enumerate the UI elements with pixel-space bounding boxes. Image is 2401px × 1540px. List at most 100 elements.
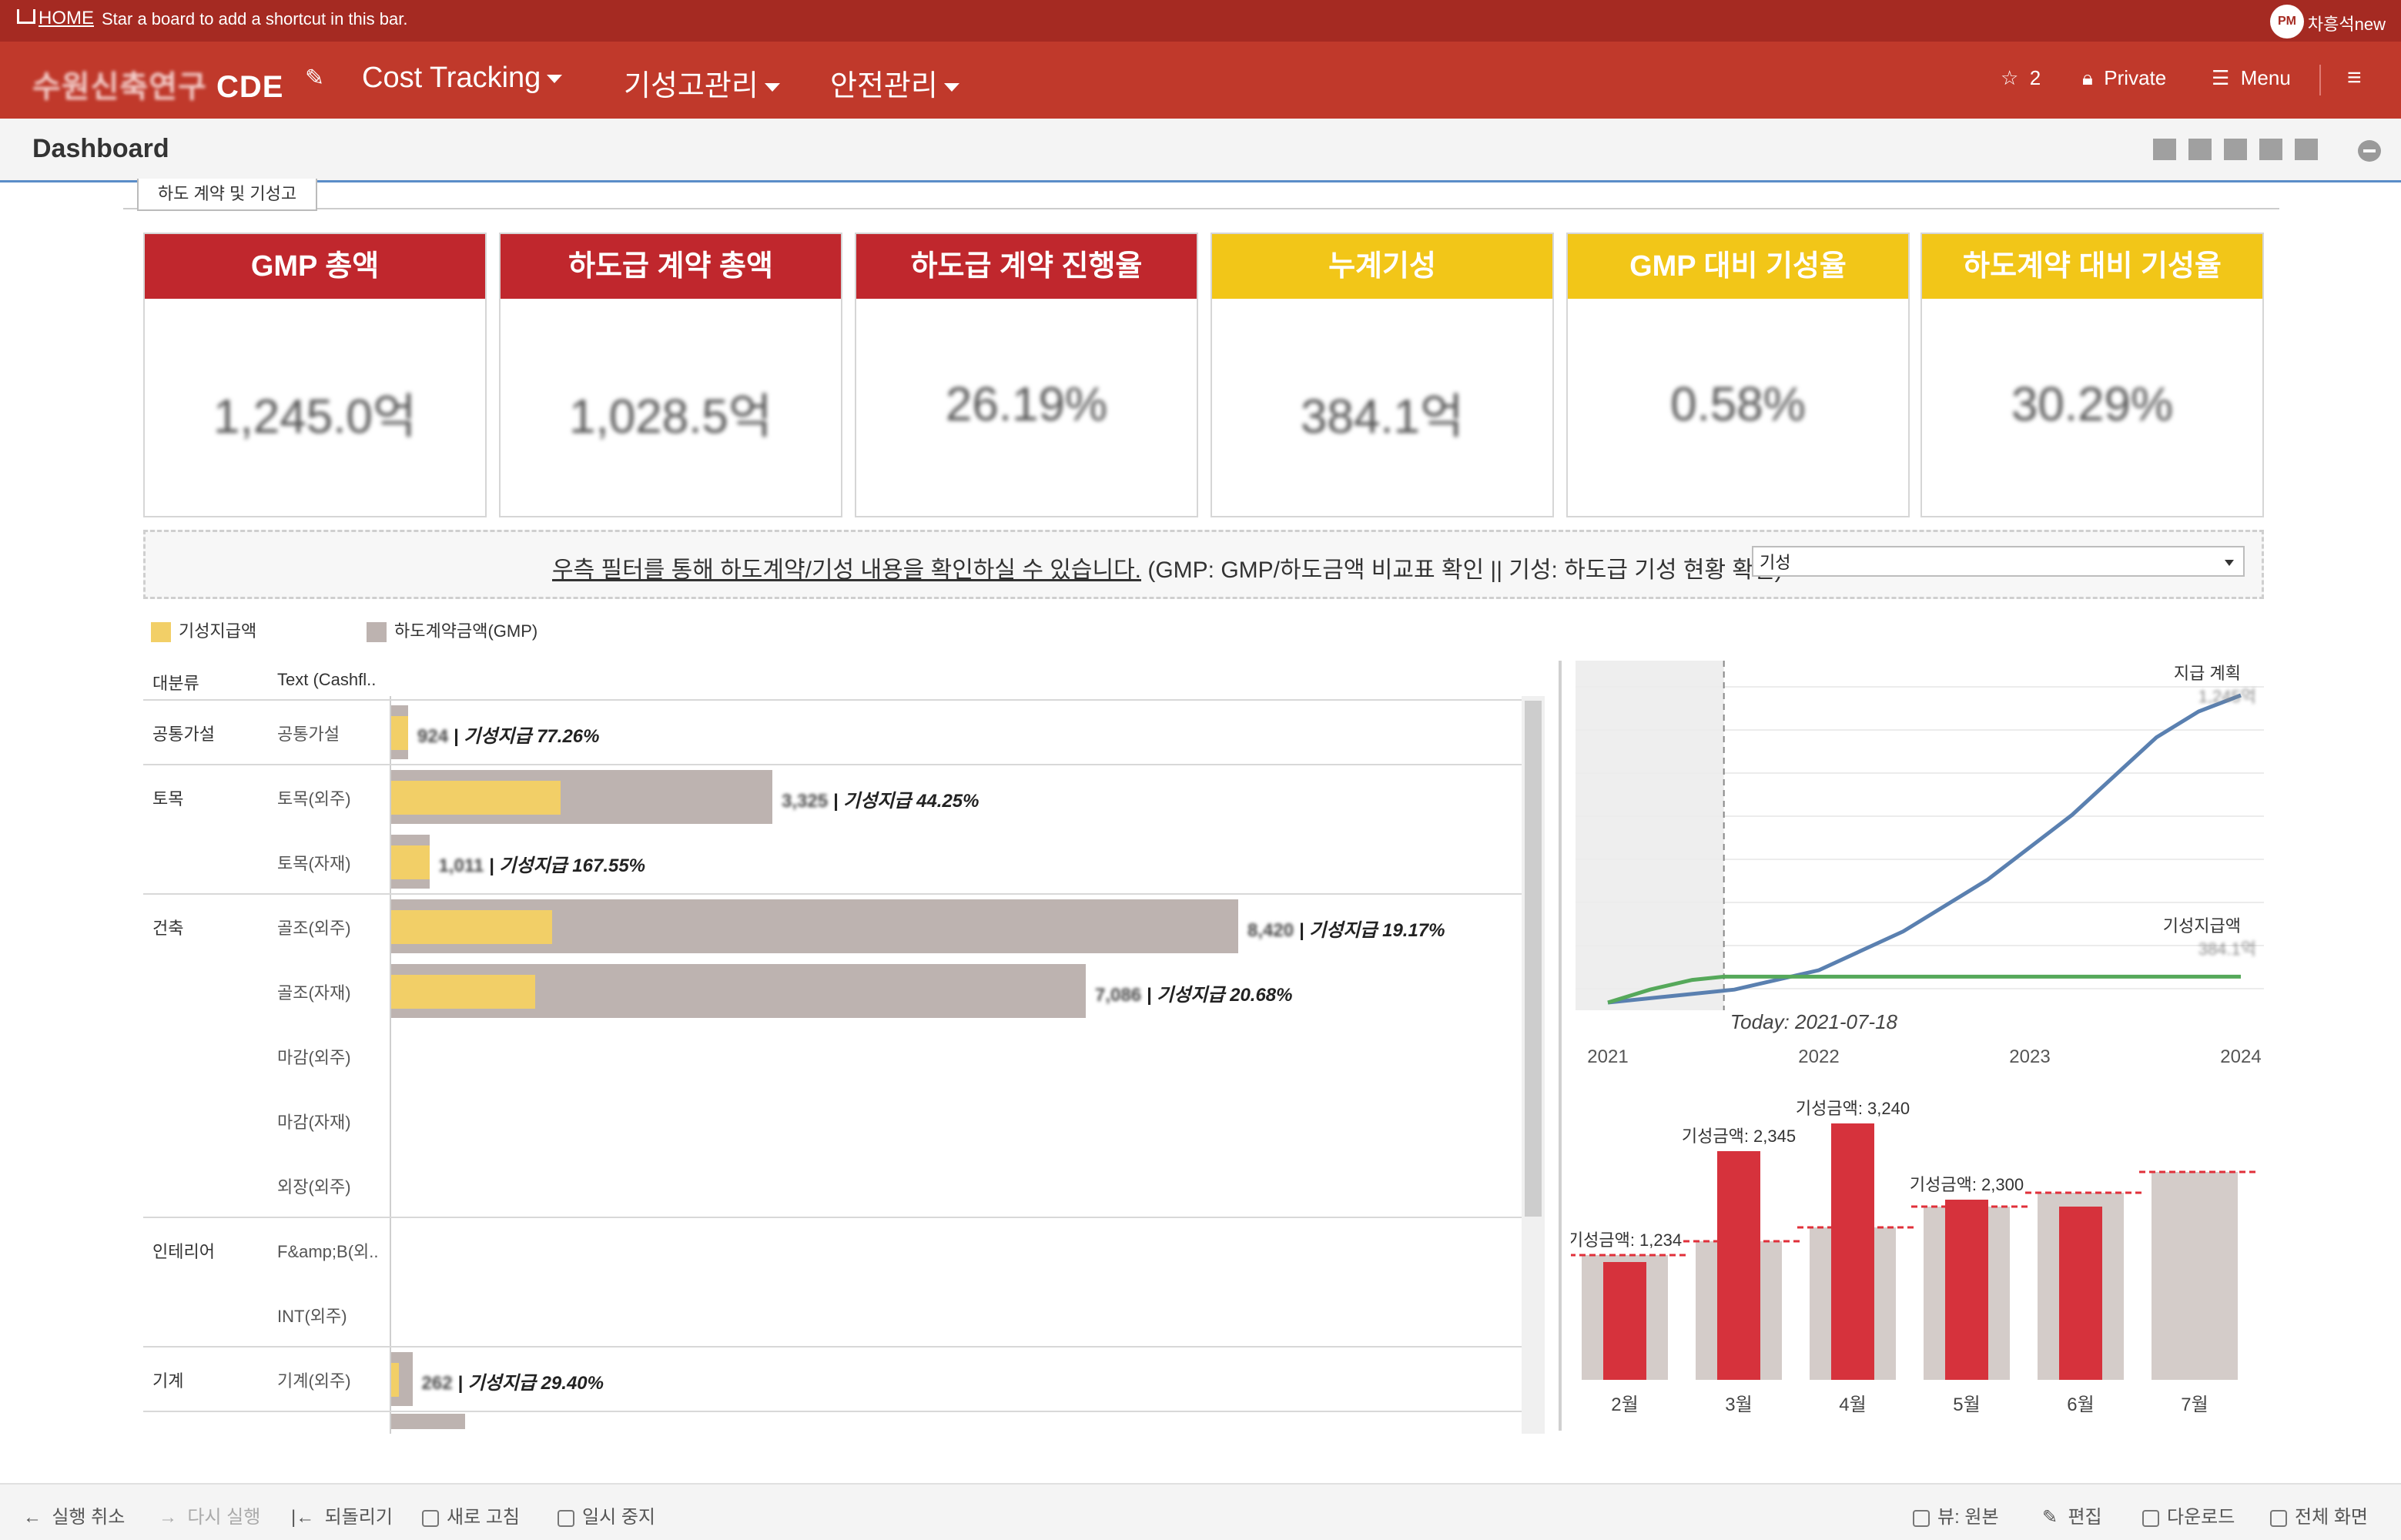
filter-bar: 우측 필터를 통해 하도계약/기성 내용을 확인하실 수 있습니다. (GMP:… [143,530,2264,599]
column-header-text: Text (Cashfl.. [277,670,377,689]
revert-button[interactable]: |← 되돌리기 [291,1502,393,1528]
lock-icon: 🔒︎ [2082,66,2093,89]
paid-bar [1945,1200,1988,1380]
tab-subcontract-progress[interactable]: 하도 계약 및 기성고 [137,179,317,211]
arrow-right-icon: → [159,1507,177,1528]
edit-icon[interactable]: ✎ [305,65,324,92]
table-row[interactable]: 외장(외주) [143,1153,1522,1218]
bar-data-label: 기성금액: 2,345 [1682,1127,1796,1146]
avatar[interactable]: PM [2270,5,2304,38]
paid-bar [1717,1151,1760,1380]
legend-paid[interactable]: 기성지급액 [151,618,256,643]
fullscreen-button[interactable]: 전체 화면 [2270,1502,2368,1528]
layout-single-icon[interactable] [2153,139,2176,160]
cumulative-line-chart: Today: 2021-07-18 지급 계획 1,245억기성지급액 384.1억 2… [1576,661,2264,1064]
paid-bar [1603,1262,1646,1380]
nav-safety-management[interactable]: 안전관리 [830,62,959,104]
nav-progress-management[interactable]: 기성고관리 [624,62,780,104]
view-filter-select[interactable]: 기성 [1752,546,2245,577]
bar-label: 3,325 | 기성지급 44.25% [782,785,979,812]
kpi-title: 하도급 계약 진행율 [856,234,1197,299]
view-button[interactable]: 뷰: 원본 [1913,1502,1999,1528]
past-period-shade [1576,661,1724,1010]
arrow-left-icon: ← [23,1507,42,1528]
x-tick-label: 4월 [1839,1394,1866,1415]
table-row[interactable]: 골조(자재) 7,086 | 기성지급 20.68% [143,959,1522,1024]
kpi-title: 누계기성 [1212,234,1552,299]
contract-bar[interactable] [391,1414,465,1429]
table-row[interactable]: 건축 골조(외주) 8,420 | 기성지급 19.17% [143,895,1522,959]
redo-button[interactable]: → 다시 실행 [159,1502,260,1528]
layout-three-column-icon[interactable] [2224,139,2247,160]
paid-bar[interactable] [391,781,561,815]
download-button[interactable]: 다운로드 [2142,1502,2235,1528]
row-category: 인테리어 [152,1242,215,1261]
table-row[interactable]: 공통가설 공통가설 924 | 기성지급 77.26% [143,701,1522,765]
bar-label: 7,086 | 기성지급 20.68% [1095,979,1293,1006]
table-row[interactable]: 인테리어 F&amp;B(외.. [143,1218,1522,1283]
row-category: 토목 [152,789,184,808]
bar-label-amount: 7,086 [1095,985,1142,1006]
favorites-button[interactable]: ☆ 2 [2001,66,2041,90]
bar-data-label: 기성금액: 2,300 [1910,1175,2024,1194]
row-subcategory: 골조(자재) [277,983,351,1003]
nav-cost-tracking[interactable]: Cost Tracking [362,62,563,95]
paid-bar [2059,1207,2102,1380]
home-link[interactable]: HOME [17,8,94,29]
table-row[interactable]: 마감(외주) [143,1024,1522,1089]
bottom-toolbar: ← 실행 취소 → 다시 실행 |← 되돌리기 새로 고침 일시 중지 뷰: 원… [0,1483,2401,1540]
series-label: 기성지급액 [2163,916,2241,936]
private-button[interactable]: 🔒︎ Private [2082,66,2166,91]
table-row[interactable]: 마감(자재) [143,1089,1522,1153]
group-divider [143,893,1522,895]
star-icon: ☆ [2001,66,2019,89]
app-logo[interactable]: 수원신축연구 CDE [32,62,283,106]
row-subcategory: 골조(외주) [277,919,351,938]
row-subcategory: 토목(자재) [277,854,351,873]
series-value-label: 384.1억 [2198,939,2256,959]
layout-grid-icon[interactable] [2295,139,2318,160]
subcontract-table: 대분류 Text (Cashfl.. 공통가설 공통가설 924 | 기성지급 77… [143,662,1545,1434]
chevron-down-icon [547,75,563,84]
table-row[interactable]: 토목 토목(외주) 3,325 | 기성지급 44.25% [143,765,1522,830]
pause-button[interactable]: 일시 중지 [558,1502,655,1528]
layout-two-column-icon[interactable] [2188,139,2212,160]
refresh-button[interactable]: 새로 고침 [422,1502,520,1528]
paid-bar[interactable] [391,910,552,944]
table-row[interactable]: 기계 기계(외주) 262 | 기성지급 29.40% [143,1348,1522,1412]
paid-bar[interactable] [391,845,430,879]
kpi-title: GMP 총액 [145,234,485,299]
hamburger-icon[interactable]: ≡ [2347,63,2362,92]
layout-split-icon[interactable] [2259,139,2282,160]
x-tick-label: 3월 [1725,1394,1752,1415]
collapse-icon[interactable] [2358,140,2381,162]
x-tick-label: 2021 [1587,1046,1628,1064]
edit-button[interactable]: ✎ 편집 [2042,1502,2102,1528]
group-divider [143,1411,1522,1412]
row-subcategory: F&amp;B(외.. [277,1242,379,1261]
kpi-value: 1,245.0억 [213,390,417,444]
chevron-down-icon [2225,560,2234,566]
bar-label: 262 | 기성지급 29.40% [422,1368,604,1394]
view-icon [1913,1509,1930,1527]
paid-bar[interactable] [391,975,535,1009]
main-nav: 수원신축연구 CDE ✎ Cost Tracking 기성고관리 안전관리 ☆ … [0,42,2401,119]
x-tick-label: 2023 [2009,1046,2050,1064]
menu-button[interactable]: ☰ Menu [2212,66,2291,90]
kpi-card: 하도급 계약 진행율 26.19% [855,233,1198,517]
bar-data-label: 기성금액: 3,240 [1796,1099,1910,1118]
undo-button[interactable]: ← 실행 취소 [23,1502,125,1528]
paid-bar[interactable] [391,716,408,750]
legend-swatch [367,622,387,643]
bar-label: 1,011 | 기성지급 167.55% [439,850,646,877]
paid-bar[interactable] [391,1363,399,1397]
user-name[interactable]: 차흥석new [2308,11,2386,35]
kpi-value: 0.58% [1670,378,1806,431]
row-subcategory: 외장(외주) [277,1177,351,1197]
table-row[interactable]: INT(외주) [143,1283,1522,1348]
scrollbar-thumb[interactable] [1525,701,1542,1217]
table-row[interactable]: 토목(자재) 1,011 | 기성지급 167.55% [143,830,1522,895]
legend-contract[interactable]: 하도계약금액(GMP) [367,618,537,643]
bar-label-amount: 3,325 [782,791,829,812]
scrollbar[interactable] [1522,696,1545,1434]
